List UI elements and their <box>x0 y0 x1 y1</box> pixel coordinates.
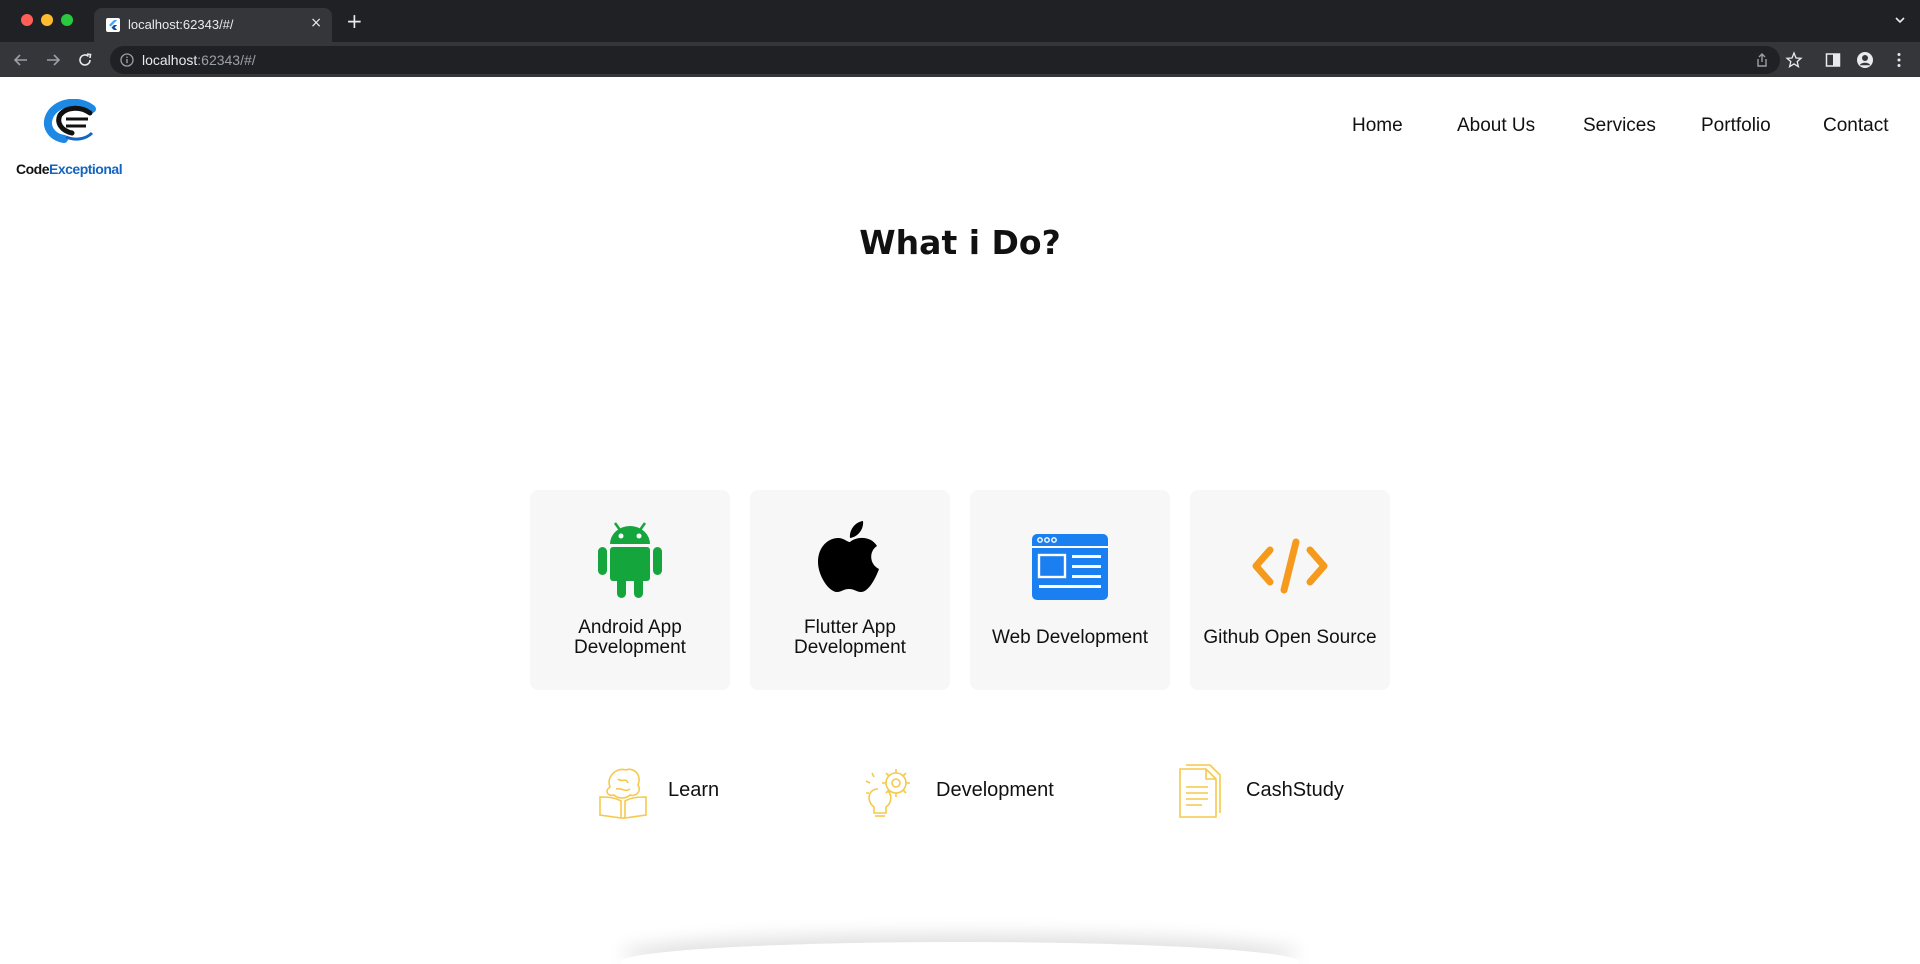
web-page-icon <box>1032 534 1108 600</box>
apple-icon <box>818 521 879 592</box>
service-card-android[interactable]: Android App Development <box>530 490 730 690</box>
tab-search-chevron-icon[interactable] <box>1894 14 1906 26</box>
service-card-label-line1: Flutter App <box>804 617 896 638</box>
feature-label: Learn <box>668 779 720 801</box>
side-panel-icon[interactable] <box>1824 51 1842 69</box>
tab-title: localhost:62343/#/ <box>128 17 234 32</box>
next-section-shadow <box>620 942 1300 964</box>
feature-label: CashStudy <box>1246 779 1344 801</box>
nav-portfolio[interactable]: Portfolio <box>1701 115 1771 137</box>
service-card-label: Github Open Source <box>1190 628 1390 648</box>
android-icon <box>598 522 662 598</box>
book-brain-icon <box>599 768 647 819</box>
flutter-favicon-icon <box>106 18 120 32</box>
service-card-github[interactable]: Github Open Source <box>1190 490 1390 690</box>
browser-toolbar: localhost:62343/#/ <box>0 42 1920 77</box>
tab-close-icon[interactable]: × <box>310 15 322 31</box>
service-card-label-line1: Github Open Source <box>1203 627 1377 648</box>
service-card-label-line2: Development <box>574 637 686 658</box>
reload-icon[interactable] <box>76 51 94 69</box>
service-card-label: Web Development <box>970 628 1170 648</box>
url-path: :62343/#/ <box>197 52 256 68</box>
service-card-label-line1: Android App <box>578 617 682 638</box>
new-tab-button[interactable]: + <box>346 9 363 33</box>
browser-menu-icon[interactable] <box>1890 51 1908 69</box>
logo-text-code: Code <box>16 161 50 177</box>
nav-about-us[interactable]: About Us <box>1457 115 1535 137</box>
nav-home[interactable]: Home <box>1352 115 1403 137</box>
browser-tab-bar: localhost:62343/#/ × + <box>0 0 1920 42</box>
forward-arrow-icon[interactable] <box>44 51 62 69</box>
service-card-web[interactable]: Web Development <box>970 490 1170 690</box>
address-bar[interactable]: localhost:62343/#/ <box>110 46 1780 74</box>
minimize-window-button[interactable] <box>41 14 53 26</box>
profile-avatar-icon[interactable] <box>1856 51 1874 69</box>
browser-tab[interactable]: localhost:62343/#/ × <box>94 8 332 42</box>
bookmark-star-icon[interactable] <box>1785 51 1803 69</box>
site-info-icon[interactable] <box>120 53 134 67</box>
service-card-label-line1: Web Development <box>992 627 1148 648</box>
code-icon <box>1252 538 1328 594</box>
page-viewport: CodeExceptional Home About Us Services P… <box>0 77 1920 964</box>
site-logo[interactable]: CodeExceptional <box>14 99 134 177</box>
share-icon[interactable] <box>1753 51 1771 69</box>
service-card-label: Flutter App Development <box>750 618 950 658</box>
logo-text: CodeExceptional <box>16 161 123 177</box>
url-text: localhost:62343/#/ <box>142 52 256 68</box>
service-card-flutter[interactable]: Flutter App Development <box>750 490 950 690</box>
maximize-window-button[interactable] <box>61 14 73 26</box>
gear-bulb-icon <box>865 769 910 817</box>
section-title: What i Do? <box>859 223 1061 262</box>
service-card-label: Android App Development <box>530 618 730 658</box>
service-card-label-line2: Development <box>794 637 906 658</box>
nav-services[interactable]: Services <box>1583 115 1656 137</box>
logo-mark-icon <box>43 99 96 143</box>
close-window-button[interactable] <box>21 14 33 26</box>
logo-text-exceptional: Exceptional <box>49 161 123 177</box>
feature-label: Development <box>936 779 1054 801</box>
nav-contact[interactable]: Contact <box>1823 115 1888 137</box>
document-icon <box>1179 764 1221 818</box>
url-host: localhost <box>142 52 198 68</box>
back-arrow-icon[interactable] <box>12 51 30 69</box>
